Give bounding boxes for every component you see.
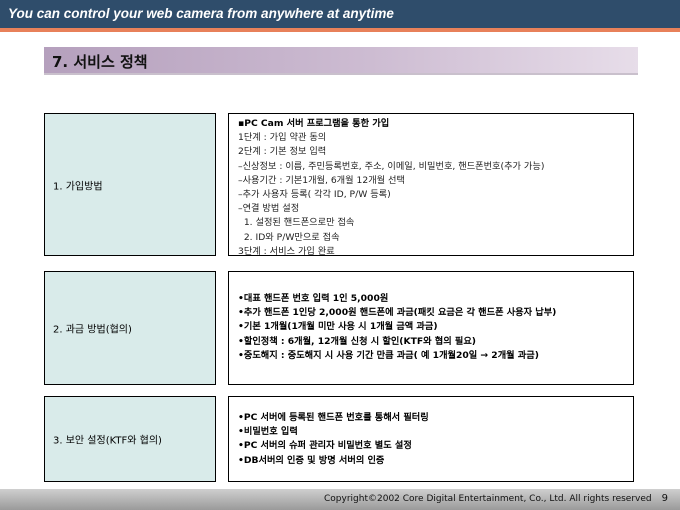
content-line: •DB서버의 인증 및 방명 서버의 인증 xyxy=(238,454,385,466)
content-line: –신상정보 : 이름, 주민등록번호, 주소, 이메일, 비밀번호, 핸드폰번호… xyxy=(238,160,545,172)
policy-label-security: 3. 보안 설정(KTF와 협의) xyxy=(44,396,216,482)
content-line: 3단계 : 서비스 가입 완료 xyxy=(238,245,335,257)
content-line: •PC 서버의 슈퍼 관리자 비밀번호 별도 설정 xyxy=(238,440,412,452)
content-line: •할인정책 : 6개월, 12개월 신청 시 할인(KTF와 협의 필요) xyxy=(238,335,477,347)
policy-content-billing: •대표 핸드폰 번호 입력 1인 5,000원 •추가 핸드폰 1인당 2,00… xyxy=(228,271,634,385)
content-line: ▪PC Cam 서버 프로그램을 통한 가입 xyxy=(238,118,390,129)
content-line: •PC 서버에 등록된 핸드폰 번호를 통해서 필터링 xyxy=(238,412,429,423)
policy-label-signup: 1. 가입방법 xyxy=(44,113,216,256)
page-number: 9 xyxy=(661,493,668,504)
content-line: –추가 사용자 등록( 각각 ID, P/W 등록) xyxy=(238,189,391,201)
content-line: 2. ID와 P/W만으로 접속 xyxy=(238,231,340,243)
content-line: –연결 방법 설정 xyxy=(238,203,300,215)
content-line: •비밀번호 입력 xyxy=(238,426,298,438)
content-line: •추가 핸드폰 1인당 2,000원 핸드폰에 과금(패킷 요금은 각 핸드폰 … xyxy=(238,307,557,319)
content-line: •대표 핸드폰 번호 입력 1인 5,000원 xyxy=(238,293,389,304)
banner-tagline: You can control your web camera from any… xyxy=(8,6,394,21)
policy-content-security: •PC 서버에 등록된 핸드폰 번호를 통해서 필터링 •비밀번호 입력 •PC… xyxy=(228,396,634,482)
section-header-bar: 7. 서비스 정책 xyxy=(44,47,638,73)
section-divider xyxy=(44,73,638,75)
policy-label-billing: 2. 과금 방법(협의) xyxy=(44,271,216,385)
policy-label-text: 2. 과금 방법(협의) xyxy=(53,324,132,336)
footer-bar: Copyright©2002 Core Digital Entertainmen… xyxy=(0,489,680,510)
banner-accent-stripe xyxy=(0,28,680,32)
section-title: 7. 서비스 정책 xyxy=(52,53,148,71)
footer-copyright-block: Copyright©2002 Core Digital Entertainmen… xyxy=(324,493,668,504)
content-line: 1단계 : 가입 약관 동의 xyxy=(238,132,327,144)
top-banner: You can control your web camera from any… xyxy=(0,0,680,28)
content-line: –사용기간 : 기본1개월, 6개월 12개월 선택 xyxy=(238,174,405,186)
policy-content-signup: ▪PC Cam 서버 프로그램을 통한 가입 1단계 : 가입 약관 동의 2단… xyxy=(228,113,634,257)
copyright-text: Copyright©2002 Core Digital Entertainmen… xyxy=(324,494,652,504)
content-line: 1. 설정된 핸드폰으로만 접속 xyxy=(238,217,355,229)
policy-label-text: 1. 가입방법 xyxy=(53,181,103,192)
content-line: •중도해지 : 중도해지 시 사용 기간 만큼 과금( 예 1개월20일 → 2… xyxy=(238,349,539,361)
policy-label-text: 3. 보안 설정(KTF와 협의) xyxy=(53,435,162,447)
content-line: •기본 1개월(1개월 미만 사용 시 1개월 금액 과금) xyxy=(238,321,438,333)
content-line: 2단계 : 기본 정보 입력 xyxy=(238,146,327,158)
